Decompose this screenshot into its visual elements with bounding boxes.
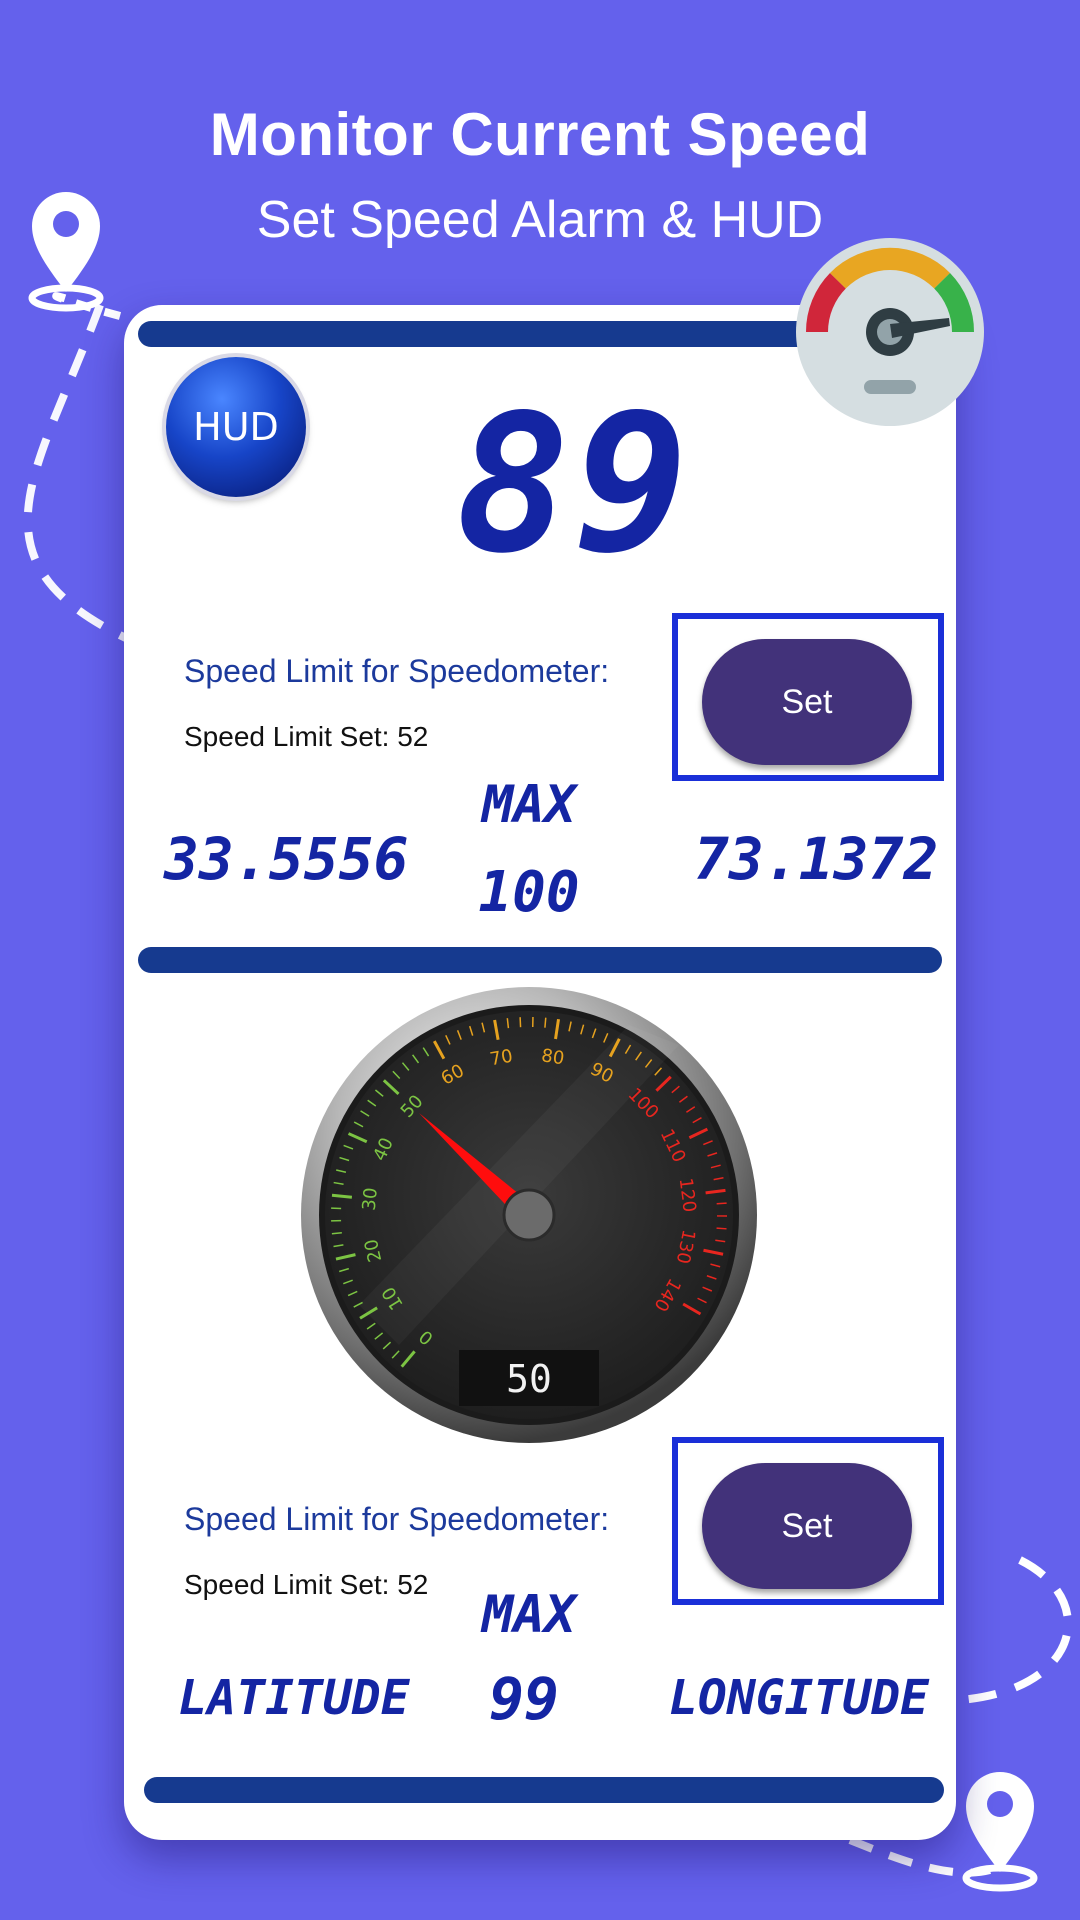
max-speed-value-2: 99 [489,1665,559,1733]
set-speed-limit-button[interactable]: Set [702,639,912,765]
max-speed-value: 100 [478,860,580,925]
speedometer-icon [796,238,984,426]
map-pin-icon [962,1772,1038,1892]
speed-limit-value: Speed Limit Set: 52 [184,721,429,752]
middle-divider-bar [138,947,942,973]
gauge-tick [331,1232,342,1235]
hud-button-label: HUD [193,405,279,449]
bottom-divider-bar [144,1777,944,1803]
hud-button[interactable]: HUD [166,357,306,497]
current-speed-display: 89 [455,374,693,595]
longitude-label: LONGITUDE [668,1670,930,1726]
max-label-2: MAX [482,1585,576,1645]
speed-limit-value-2: Speed Limit Set: 52 [184,1569,429,1600]
gauge-tick-label: 30 [359,1187,382,1212]
gauge-tick-label: 80 [540,1045,566,1069]
set-speed-limit-button-2[interactable]: Set [702,1463,912,1589]
speed-limit-title-2: Speed Limit for Speedometer: [184,1501,610,1537]
gauge-hub [502,1188,556,1242]
max-label: MAX [482,775,576,835]
page-title: Monitor Current Speed [209,101,871,168]
latitude-value: 33.5556 [164,825,409,893]
speed-limit-title: Speed Limit for Speedometer: [184,653,610,689]
gauge-readout: 50 [506,1357,552,1401]
analog-speedometer: 010203040506070 8090100110120130140 50 [301,987,757,1443]
set-button-frame: Set [672,613,944,781]
set-button-frame-2: Set [672,1437,944,1605]
gauge-tick [544,1017,547,1028]
longitude-value: 73.1372 [694,825,939,893]
gauge-tick [716,1227,727,1230]
latitude-label: LATITUDE [178,1670,410,1726]
gauge-tick-label: 120 [675,1177,700,1214]
top-divider-bar [138,321,838,347]
speedometer-card: HUD 89 Speed Limit for Speedometer: Spee… [124,305,956,1840]
gauge-tick-label: 70 [488,1046,514,1071]
gauge-tick [716,1202,727,1205]
gauge-tick [331,1193,353,1199]
